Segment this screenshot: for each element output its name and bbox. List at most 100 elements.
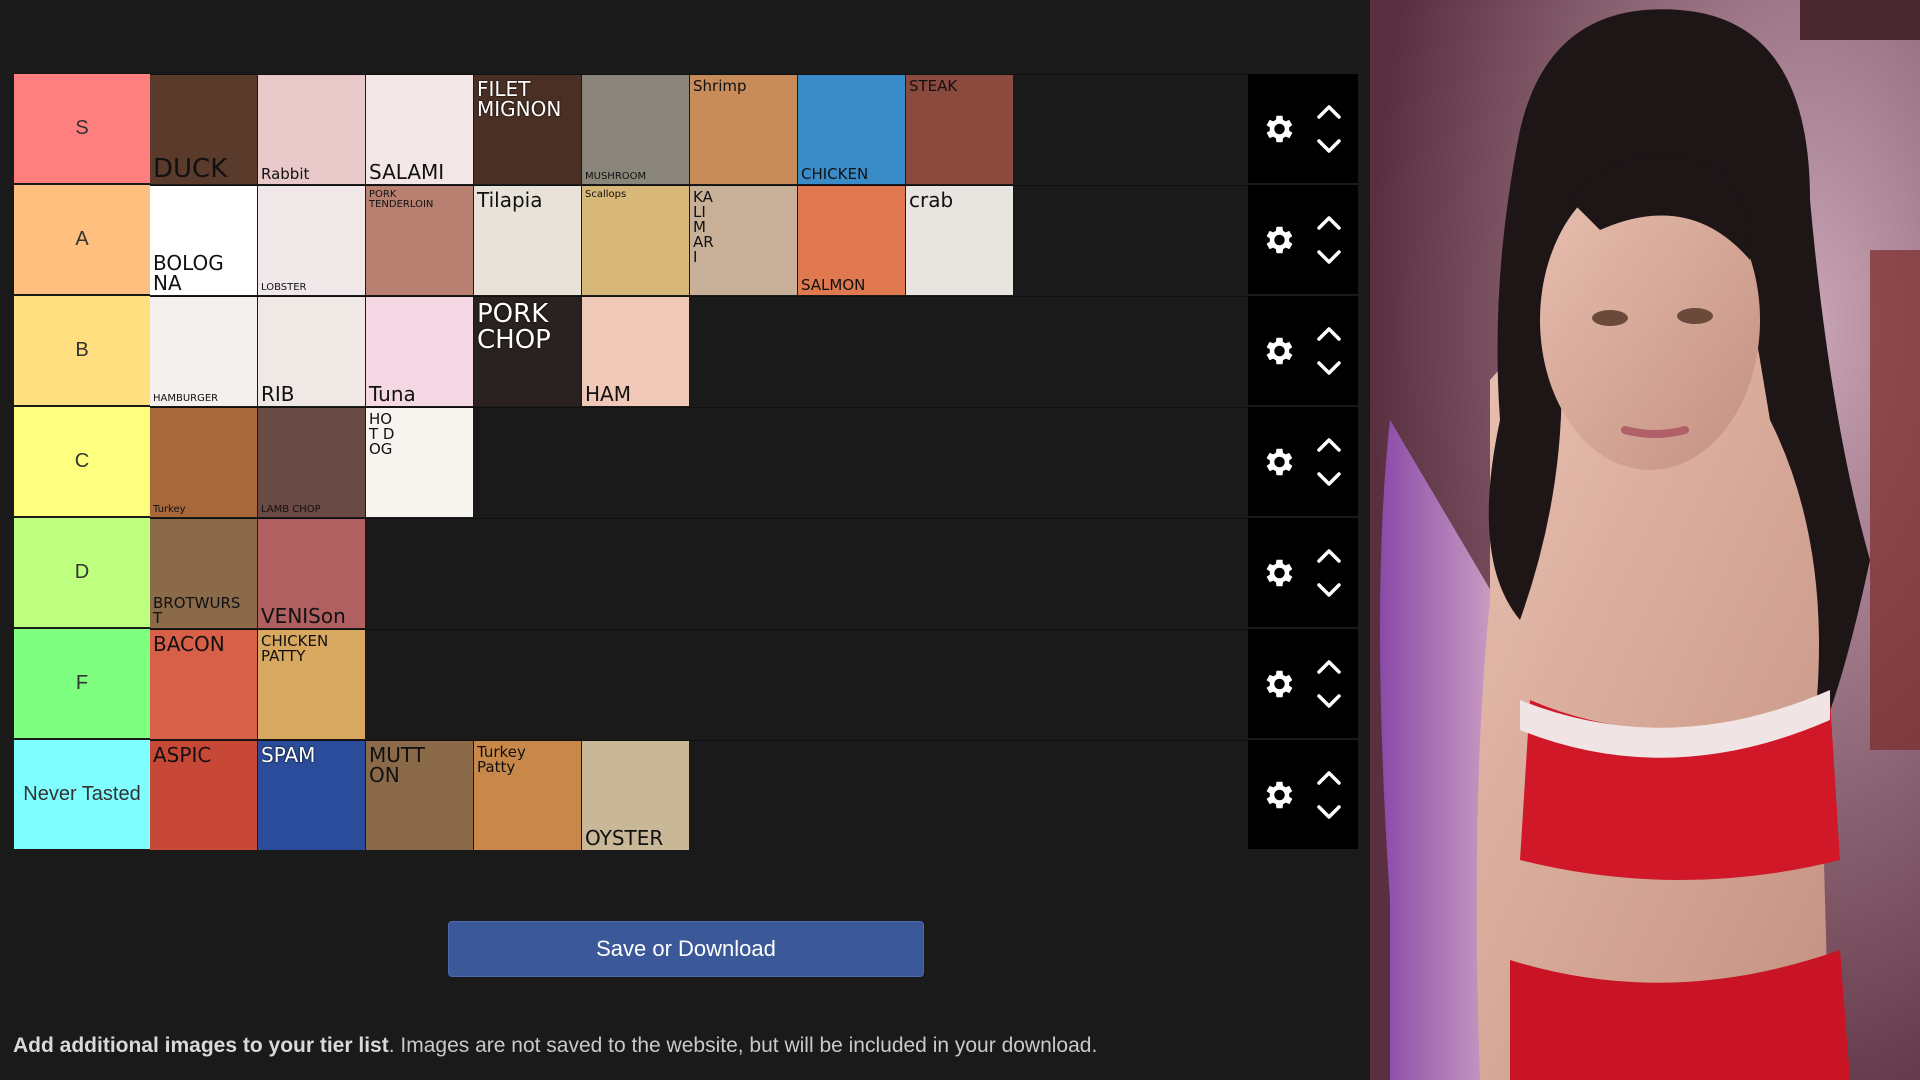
tier-item-image[interactable]: HAM <box>582 297 690 406</box>
tier-item-image[interactable]: Shrimp <box>690 75 798 184</box>
chevron-down-icon[interactable] <box>1316 802 1342 824</box>
tier-controls <box>1248 518 1358 627</box>
tier-controls <box>1248 185 1358 294</box>
tier-list-app: S DUCK Rabbit SALAMI FILET MIGNON MUSHROOM Shr… <box>0 0 1370 1080</box>
tier-item-image[interactable]: Tilapia <box>474 186 582 295</box>
tier-item-caption: SALMON <box>801 276 866 294</box>
tier-item-image[interactable]: LOBSTER <box>258 186 366 295</box>
chevron-down-icon[interactable] <box>1316 469 1342 491</box>
tier-item-image[interactable]: OYSTER <box>582 741 690 850</box>
tier-move-arrows <box>1316 100 1342 158</box>
tier-item-image[interactable]: KA LI M AR I <box>690 186 798 295</box>
tier-item-image[interactable]: PORK TENDERLOIN <box>366 186 474 295</box>
chevron-down-icon[interactable] <box>1316 580 1342 602</box>
tier-row: Never Tasted ASPIC SPAM MUTT ON Turkey Patty… <box>14 740 1358 850</box>
tier-item-image[interactable]: VENISon <box>258 519 366 628</box>
tier-item-caption: BOLOG NA <box>153 251 224 295</box>
tier-items-area[interactable]: ASPIC SPAM MUTT ON Turkey Patty OYSTER <box>150 740 1248 850</box>
tier-item-caption: MUTT ON <box>369 743 425 787</box>
gear-icon[interactable] <box>1258 553 1298 593</box>
tier-row: C Turkey LAMB CHOP HO T D OG <box>14 407 1358 517</box>
tier-row: A BOLOG NA LOBSTER PORK TENDERLOIN Tilapia Sc… <box>14 185 1358 295</box>
chevron-down-icon[interactable] <box>1316 136 1342 158</box>
tier-item-image[interactable]: CHICKEN <box>798 75 906 184</box>
chevron-down-icon[interactable] <box>1316 247 1342 269</box>
tier-item-image[interactable]: PORK CHOP <box>474 297 582 406</box>
tier-item-image[interactable]: MUTT ON <box>366 741 474 850</box>
tier-items-area[interactable]: BOLOG NA LOBSTER PORK TENDERLOIN Tilapia Sca… <box>150 185 1248 295</box>
tier-item-image[interactable]: STEAK <box>906 75 1014 184</box>
chevron-down-icon[interactable] <box>1316 691 1342 713</box>
tier-controls <box>1248 629 1358 738</box>
tier-item-caption: KA LI M AR I <box>693 188 714 266</box>
tier-label[interactable]: Never Tasted <box>14 740 150 849</box>
tier-item-image[interactable]: HO T D OG <box>366 408 474 517</box>
tier-controls <box>1248 407 1358 516</box>
tier-item-caption: FILET MIGNON <box>477 77 562 121</box>
tier-item-image[interactable]: LAMB CHOP <box>258 408 366 517</box>
tier-item-image[interactable]: Rabbit <box>258 75 366 184</box>
tier-item-caption: PORK CHOP <box>477 299 551 355</box>
tier-item-image[interactable]: BACON <box>150 630 258 739</box>
gear-icon[interactable] <box>1258 442 1298 482</box>
tier-item-image[interactable]: CHICKEN PATTY <box>258 630 366 739</box>
tier-item-image[interactable]: SPAM <box>258 741 366 850</box>
tier-move-arrows <box>1316 544 1342 602</box>
chevron-up-icon[interactable] <box>1316 211 1342 233</box>
chevron-up-icon[interactable] <box>1316 100 1342 122</box>
tier-item-caption: HAM <box>585 382 631 406</box>
tier-items-area[interactable]: BACON CHICKEN PATTY <box>150 629 1248 739</box>
tier-item-image[interactable]: HAMBURGER <box>150 297 258 406</box>
tier-label[interactable]: A <box>14 185 150 294</box>
tier-controls <box>1248 740 1358 849</box>
tier-items-area[interactable]: Turkey LAMB CHOP HO T D OG <box>150 407 1248 517</box>
tier-item-image[interactable]: RIB <box>258 297 366 406</box>
chevron-up-icon[interactable] <box>1316 544 1342 566</box>
footer-bold-text: Add additional images to your tier list <box>13 1034 389 1057</box>
tier-item-image[interactable]: BROTWURS T <box>150 519 258 628</box>
webcam-feed <box>1370 0 1920 1080</box>
tier-item-caption: STEAK <box>909 77 958 95</box>
tier-label[interactable]: D <box>14 518 150 627</box>
tier-item-caption: Tilapia <box>477 188 543 212</box>
gear-icon[interactable] <box>1258 664 1298 704</box>
tier-item-image[interactable]: DUCK <box>150 75 258 184</box>
tier-move-arrows <box>1316 655 1342 713</box>
tier-item-image[interactable]: ASPIC <box>150 741 258 850</box>
tier-label[interactable]: F <box>14 629 150 738</box>
chevron-up-icon[interactable] <box>1316 655 1342 677</box>
tier-item-image[interactable]: SALAMI <box>366 75 474 184</box>
gear-icon[interactable] <box>1258 775 1298 815</box>
tier-item-caption: Shrimp <box>693 77 747 95</box>
tier-item-caption: DUCK <box>153 154 228 184</box>
gear-icon[interactable] <box>1258 220 1298 260</box>
tier-label[interactable]: S <box>14 74 150 183</box>
tier-items-area[interactable]: HAMBURGER RIB Tuna PORK CHOP HAM <box>150 296 1248 406</box>
tier-item-image[interactable]: BOLOG NA <box>150 186 258 295</box>
tier-item-image[interactable]: Tuna <box>366 297 474 406</box>
chevron-up-icon[interactable] <box>1316 322 1342 344</box>
gear-icon[interactable] <box>1258 109 1298 149</box>
tier-item-image[interactable]: crab <box>906 186 1014 295</box>
tier-item-image[interactable]: Turkey Patty <box>474 741 582 850</box>
tier-item-caption: MUSHROOM <box>585 171 647 182</box>
tier-label[interactable]: C <box>14 407 150 516</box>
tier-item-caption: BACON <box>153 632 225 656</box>
tier-item-caption: VENISon <box>261 604 346 628</box>
tier-item-image[interactable]: FILET MIGNON <box>474 75 582 184</box>
save-download-button[interactable]: Save or Download <box>448 921 924 977</box>
gear-icon[interactable] <box>1258 331 1298 371</box>
tier-item-image[interactable]: Turkey <box>150 408 258 517</box>
tier-item-image[interactable]: SALMON <box>798 186 906 295</box>
tier-items-area[interactable]: BROTWURS T VENISon <box>150 518 1248 628</box>
chevron-up-icon[interactable] <box>1316 433 1342 455</box>
tier-item-caption: CHICKEN PATTY <box>261 632 329 665</box>
tier-label[interactable]: B <box>14 296 150 405</box>
chevron-down-icon[interactable] <box>1316 358 1342 380</box>
tier-item-caption: ASPIC <box>153 743 212 767</box>
tier-items-area[interactable]: DUCK Rabbit SALAMI FILET MIGNON MUSHROOM Shri… <box>150 74 1248 184</box>
tier-item-image[interactable]: MUSHROOM <box>582 75 690 184</box>
chevron-up-icon[interactable] <box>1316 766 1342 788</box>
tier-item-image[interactable]: Scallops <box>582 186 690 295</box>
tier-controls <box>1248 296 1358 405</box>
